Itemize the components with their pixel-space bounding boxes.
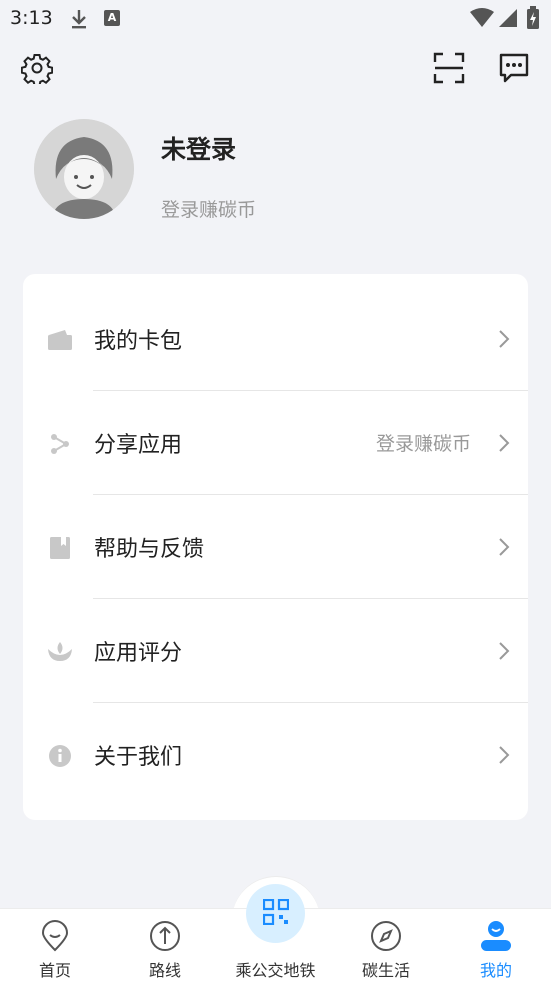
menu-card: 我的卡包 分享应用 登录赚碳币 帮助与反馈 应用评分 关于我们 (23, 274, 528, 820)
nav-label: 碳生活 (361, 961, 410, 980)
nav-tab-route[interactable]: 路线 (115, 908, 215, 981)
a-badge-icon: A (104, 10, 120, 26)
menu-item-about-us[interactable]: 关于我们 (23, 703, 528, 807)
nav-tab-home[interactable]: 首页 (5, 908, 105, 981)
wallet-icon (47, 327, 73, 353)
nav-label: 首页 (38, 961, 71, 980)
signal-icon (498, 8, 518, 32)
user-icon (479, 920, 513, 956)
menu-item-help-feedback[interactable]: 帮助与反馈 (23, 495, 528, 599)
menu-item-rate-app[interactable]: 应用评分 (23, 599, 528, 703)
nav-tab-mine[interactable]: 我的 (446, 908, 546, 981)
profile-login-prompt[interactable]: 登录赚碳币 (161, 195, 256, 222)
menu-item-label: 我的卡包 (94, 329, 183, 354)
menu-item-label: 分享应用 (94, 433, 183, 458)
menu-item-share-app[interactable]: 分享应用 登录赚碳币 (23, 391, 528, 495)
profile-name[interactable]: 未登录 (161, 130, 236, 166)
qr-code-icon (262, 898, 289, 929)
settings-button[interactable] (19, 52, 55, 88)
chevron-right-icon (498, 641, 510, 665)
avatar-person-icon (34, 119, 134, 219)
scan-icon (432, 51, 466, 89)
chevron-right-icon (498, 329, 510, 353)
menu-item-extra: 登录赚碳币 (375, 433, 471, 455)
nav-label: 乘公交地铁 (235, 961, 316, 980)
info-icon (47, 743, 73, 769)
chevron-right-icon (498, 433, 510, 457)
location-pin-icon (40, 920, 70, 956)
wifi-icon (470, 8, 494, 32)
gear-icon (20, 52, 54, 88)
lotus-icon (47, 639, 73, 665)
book-icon (47, 535, 73, 561)
status-time: 3:13 (10, 7, 53, 29)
share-icon (47, 431, 73, 457)
route-arrow-icon (149, 920, 181, 956)
download-icon (70, 8, 88, 34)
chevron-right-icon (498, 537, 510, 561)
nav-tab-transit-qr[interactable] (246, 884, 305, 943)
menu-item-label: 关于我们 (94, 745, 183, 770)
chevron-right-icon (498, 745, 510, 769)
scan-button[interactable] (431, 52, 467, 88)
nav-label: 路线 (148, 961, 181, 980)
compass-icon (370, 920, 402, 956)
menu-item-label: 帮助与反馈 (94, 537, 205, 562)
battery-icon (526, 6, 540, 34)
message-button[interactable] (496, 52, 532, 88)
message-icon (497, 51, 531, 89)
status-bar: 3:13 A (0, 0, 551, 40)
menu-item-label: 应用评分 (94, 641, 183, 666)
avatar[interactable] (34, 119, 134, 219)
nav-tab-carbon-life[interactable]: 碳生活 (336, 908, 436, 981)
menu-item-card-wallet[interactable]: 我的卡包 (23, 287, 528, 391)
nav-label: 我的 (479, 961, 512, 980)
